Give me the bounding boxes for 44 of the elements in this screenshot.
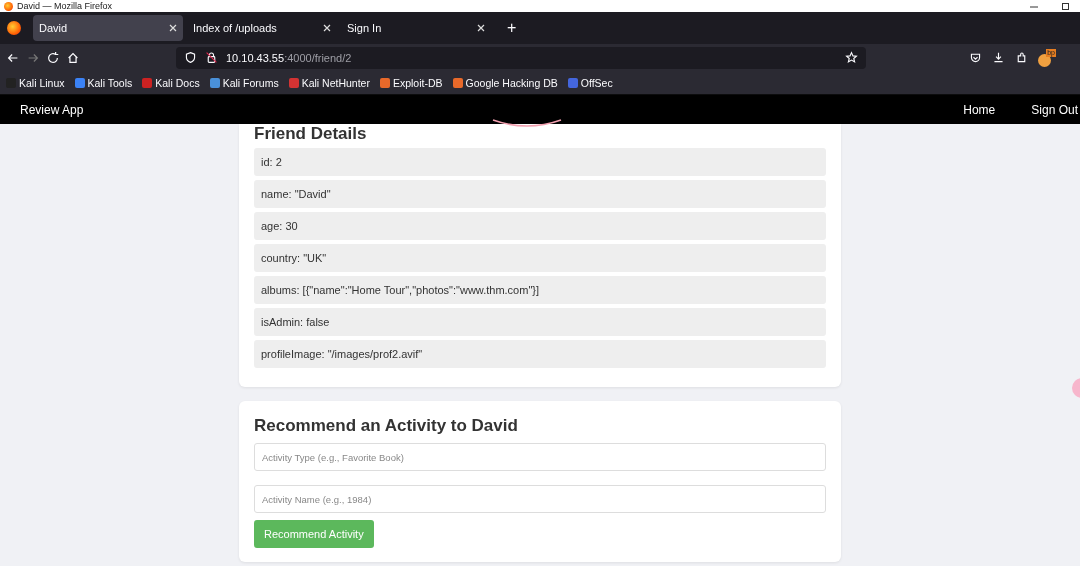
restore-icon[interactable] (1062, 2, 1070, 10)
section-heading: Friend Details (254, 124, 368, 145)
browser-tab[interactable]: David (33, 15, 183, 41)
bookmark[interactable]: Kali Linux (6, 76, 65, 89)
shield-icon[interactable] (184, 51, 197, 64)
home-icon[interactable] (66, 50, 80, 65)
bookmark[interactable]: Google Hacking DB (452, 76, 558, 89)
address-bar[interactable]: 10.10.43.55:4000/friend/2 (176, 46, 866, 69)
pocket-icon[interactable] (969, 51, 982, 64)
close-icon[interactable] (169, 24, 177, 32)
nav-link[interactable]: Sign Out (1031, 102, 1078, 117)
detail-row: albums: [{"name":"Home Tour","photos":"www.thm.com"}] (254, 276, 826, 304)
firefox-icon[interactable] (7, 21, 21, 35)
detail-row: isAdmin: false (254, 308, 826, 336)
input-field[interactable]: Activity Type (e.g., Favorite Book) (254, 443, 826, 471)
lock-icon[interactable] (205, 51, 218, 64)
nav-link[interactable]: Home (963, 102, 996, 117)
detail-row: id: 2 (254, 148, 826, 176)
input-field[interactable]: Activity Name (e.g., 1984) (254, 485, 826, 513)
profile-image-edge (491, 118, 563, 130)
url-text: 10.10.43.55:4000/friend/2 (226, 51, 353, 64)
browser-tab[interactable]: Sign In (341, 15, 491, 41)
section-heading: Recommend an Activity to David (254, 415, 519, 437)
detail-row: country: "UK" (254, 244, 826, 272)
detail-row: profileImage: "/images/prof2.avif" (254, 340, 826, 368)
bookmark[interactable]: OffSec (567, 76, 613, 89)
new-tab-button[interactable]: + (501, 18, 523, 38)
reload-icon[interactable] (46, 50, 60, 65)
bookmark[interactable]: Kali Forums (209, 76, 279, 89)
bookmark[interactable]: Kali NetHunter (288, 76, 370, 89)
detail-row: name: "David" (254, 180, 826, 208)
firefox-icon (4, 1, 13, 11)
download-icon[interactable] (992, 51, 1005, 64)
window-title: David — Mozilla Firefox (17, 1, 114, 11)
extensions-icon[interactable] (1015, 51, 1028, 64)
close-icon[interactable] (323, 24, 331, 32)
brand-link[interactable]: Review App (20, 102, 84, 117)
close-icon[interactable] (477, 24, 485, 32)
browser-tab[interactable]: Index of /uploads (187, 15, 337, 41)
star-icon[interactable] (845, 51, 858, 64)
bookmark[interactable]: Exploit-DB (379, 76, 443, 89)
bookmark[interactable]: Kali Tools (74, 76, 133, 89)
bookmark[interactable]: Kali Docs (142, 76, 200, 89)
detail-row: age: 30 (254, 212, 826, 240)
